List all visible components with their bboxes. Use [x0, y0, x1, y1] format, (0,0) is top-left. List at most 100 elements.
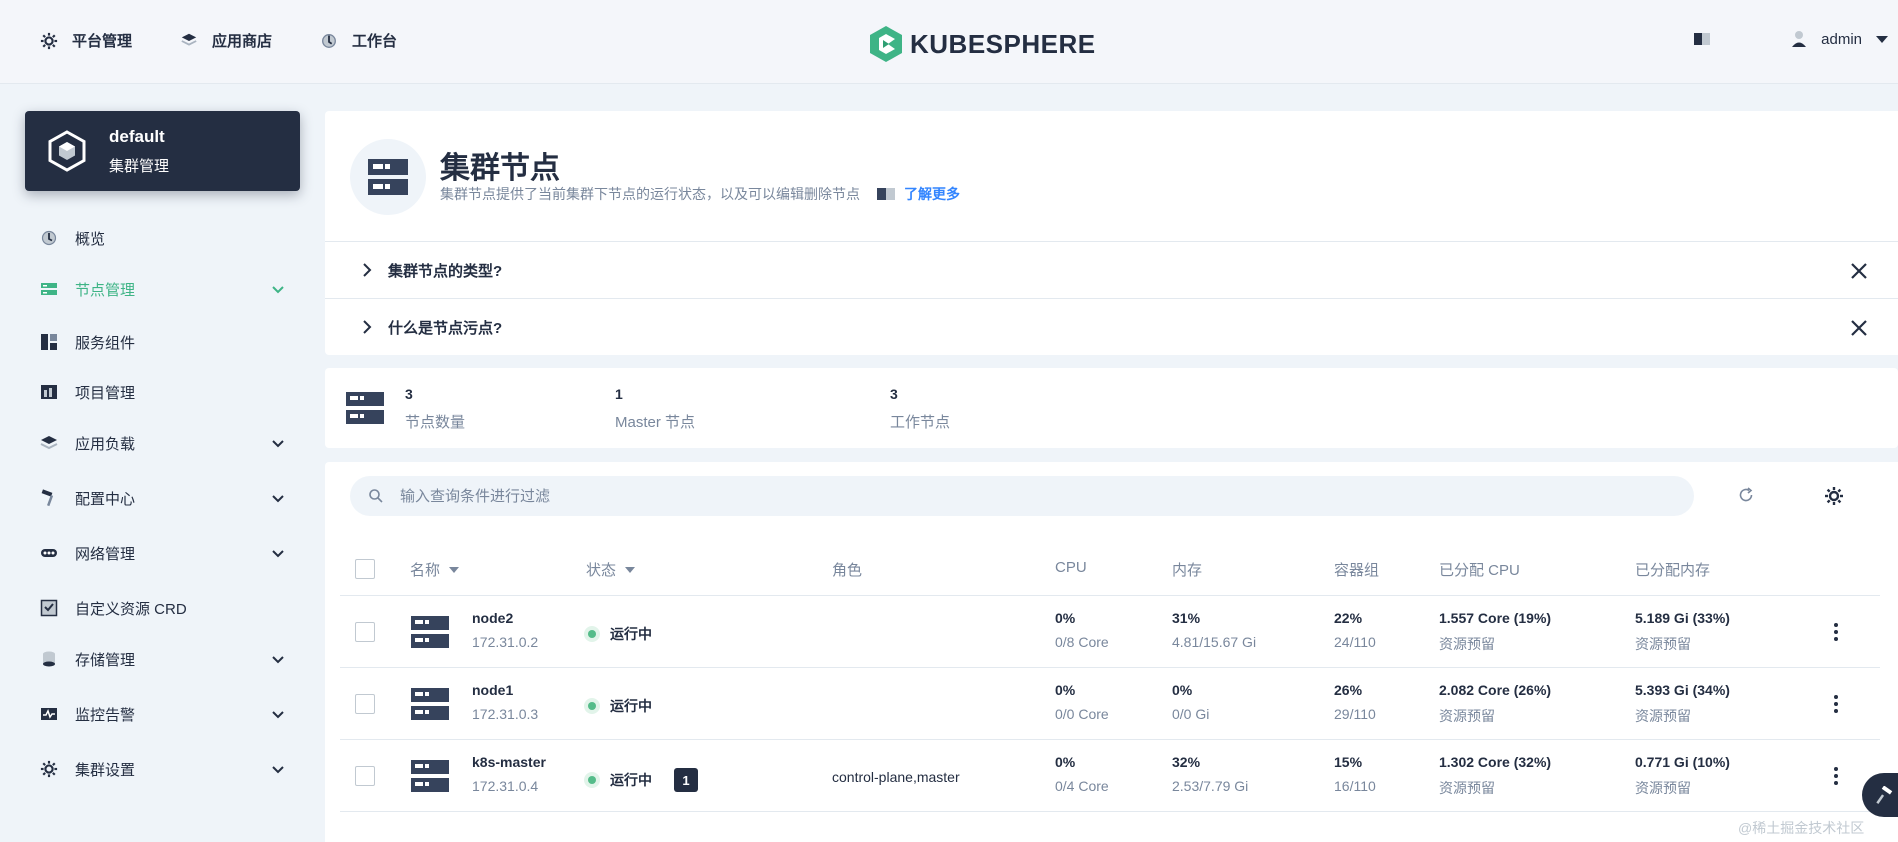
memory-detail: 0/0 Gi: [1172, 706, 1210, 722]
sidebar-item-workloads[interactable]: 应用负载: [40, 431, 285, 455]
node-name[interactable]: node1: [472, 682, 538, 698]
column-label: 角色: [832, 562, 863, 579]
book-icon[interactable]: [1693, 31, 1711, 47]
topnav-label: 工作台: [352, 33, 398, 50]
learn-more-link[interactable]: 了解更多: [876, 184, 960, 204]
server-icon: [411, 616, 449, 648]
nodes-table-panel: 名称 状态 角色 CPU 内存 容器组 已分配 CPU 已分配内存 node2 1…: [325, 462, 1898, 842]
running-status-dot: [588, 702, 596, 710]
layers-icon: [40, 434, 58, 452]
sidebar-item-label: 服务组件: [75, 334, 136, 352]
layers-icon: [181, 33, 197, 46]
book-icon: [877, 188, 895, 200]
column-label: CPU: [1055, 559, 1087, 576]
column-header-name[interactable]: 名称: [410, 559, 460, 580]
sidebar-item-cluster-settings[interactable]: 集群设置: [40, 757, 285, 781]
column-header-allocated-memory: 已分配内存: [1635, 559, 1710, 580]
pods-cell: 22% 24/110: [1334, 610, 1376, 650]
filter-search-bar[interactable]: [350, 476, 1694, 516]
pods-cell: 15% 16/110: [1334, 754, 1376, 794]
status-text: 运行中: [610, 772, 652, 788]
faq-item-node-taints[interactable]: 什么是节点污点?: [325, 298, 1898, 355]
faq-item-node-types[interactable]: 集群节点的类型?: [325, 241, 1898, 298]
topnav-workbench[interactable]: 工作台: [320, 30, 397, 51]
storage-icon: [40, 650, 58, 668]
topnav-app-store[interactable]: 应用商店: [180, 30, 272, 51]
node-name[interactable]: node2: [472, 610, 538, 626]
cluster-selector[interactable]: default 集群管理: [25, 111, 300, 191]
row-checkbox[interactable]: [355, 766, 375, 786]
memory-cell: 0% 0/0 Gi: [1172, 682, 1209, 722]
table-row[interactable]: node2 172.31.0.2 运行中 0% 0/8 Core 31% 4.81/1…: [340, 596, 1880, 668]
page-description: 集群节点提供了当前集群下节点的运行状态，以及可以编辑删除节点: [440, 186, 860, 202]
column-header-status[interactable]: 状态: [586, 559, 636, 580]
sidebar-item-crd[interactable]: 自定义资源 CRD: [40, 596, 285, 620]
allocated-cpu: 1.557 Core (19%): [1439, 610, 1552, 626]
select-all-checkbox[interactable]: [355, 559, 375, 579]
sidebar-item-config-center[interactable]: 配置中心: [40, 486, 285, 510]
stat-label: 节点数量: [405, 414, 466, 431]
chevron-down-icon: [272, 711, 284, 719]
allocated-memory-cell: 5.189 Gi (33%) 资源预留: [1635, 610, 1730, 654]
cpu-usage: 0%: [1055, 754, 1076, 770]
column-header-role: 角色: [832, 559, 862, 580]
row-checkbox[interactable]: [355, 622, 375, 642]
user-menu[interactable]: admin: [1791, 30, 1888, 48]
close-icon[interactable]: [1850, 262, 1868, 280]
stat-label: 工作节点: [890, 414, 951, 431]
column-label: 状态: [586, 562, 617, 579]
more-options-icon[interactable]: [1832, 694, 1840, 714]
chevron-down-icon: [1876, 35, 1888, 43]
more-options-icon[interactable]: [1832, 622, 1840, 642]
node-ip: 172.31.0.4: [472, 778, 539, 794]
monitor-icon: [40, 705, 58, 723]
stat-master-nodes: 1 Master 节点: [615, 386, 695, 432]
column-label: 内存: [1172, 562, 1203, 579]
taint-count-badge[interactable]: 1: [674, 768, 698, 792]
node-name-cell[interactable]: node2 172.31.0.2: [472, 610, 538, 650]
sidebar-item-overview[interactable]: 概览: [40, 226, 285, 250]
kubesphere-logo[interactable]: KUBESPHERE: [870, 26, 1096, 62]
cpu-cell: 0% 0/0 Core: [1055, 682, 1109, 722]
node-role: control-plane,master: [832, 769, 960, 785]
allocated-memory: 5.189 Gi (33%): [1635, 610, 1730, 626]
search-input[interactable]: [400, 487, 1600, 505]
allocated-cpu-detail: 资源预留: [1439, 708, 1495, 724]
sidebar-item-label: 节点管理: [75, 281, 136, 299]
gear-icon: [40, 32, 58, 49]
refresh-icon[interactable]: [1737, 486, 1755, 504]
node-name-cell[interactable]: k8s-master 172.31.0.4: [472, 754, 546, 794]
column-header-memory: 内存: [1172, 559, 1202, 580]
node-name-cell[interactable]: node1 172.31.0.3: [472, 682, 538, 722]
sidebar-item-label: 自定义资源 CRD: [75, 600, 187, 618]
node-name[interactable]: k8s-master: [472, 754, 546, 770]
allocated-cpu-detail: 资源预留: [1439, 780, 1495, 796]
sidebar-item-components[interactable]: 服务组件: [40, 330, 285, 354]
gear-icon[interactable]: [1824, 486, 1844, 506]
server-icon: [411, 688, 449, 720]
sidebar-item-monitoring[interactable]: 监控告警: [40, 702, 285, 726]
table-row[interactable]: k8s-master 172.31.0.4 运行中 1 control-plane,…: [340, 740, 1880, 812]
sidebar-item-nodes[interactable]: 节点管理: [40, 277, 285, 301]
toolbox-button[interactable]: [1862, 773, 1898, 817]
more-options-icon[interactable]: [1832, 766, 1840, 786]
sidebar-item-network[interactable]: 网络管理: [40, 541, 285, 565]
sort-caret-icon: [625, 566, 636, 573]
allocated-memory-detail: 资源预留: [1635, 780, 1691, 796]
node-ip: 172.31.0.2: [472, 634, 539, 650]
sidebar-item-label: 项目管理: [75, 384, 136, 402]
project-icon: [40, 383, 58, 401]
allocated-cpu-cell: 1.557 Core (19%) 资源预留: [1439, 610, 1551, 654]
close-icon[interactable]: [1850, 319, 1868, 337]
pods-detail: 16/110: [1334, 778, 1376, 794]
topnav-platform-management[interactable]: 平台管理: [40, 30, 132, 51]
column-header-pods: 容器组: [1334, 559, 1379, 580]
row-checkbox[interactable]: [355, 694, 375, 714]
node-ip: 172.31.0.3: [472, 706, 539, 722]
sidebar-item-storage[interactable]: 存储管理: [40, 647, 285, 671]
topnav-label: 平台管理: [72, 33, 133, 50]
sidebar-item-projects[interactable]: 项目管理: [40, 380, 285, 404]
column-label: 容器组: [1334, 562, 1380, 579]
table-row[interactable]: node1 172.31.0.3 运行中 0% 0/0 Core 0% 0/0 Gi …: [340, 668, 1880, 740]
cpu-detail: 0/8 Core: [1055, 634, 1109, 650]
